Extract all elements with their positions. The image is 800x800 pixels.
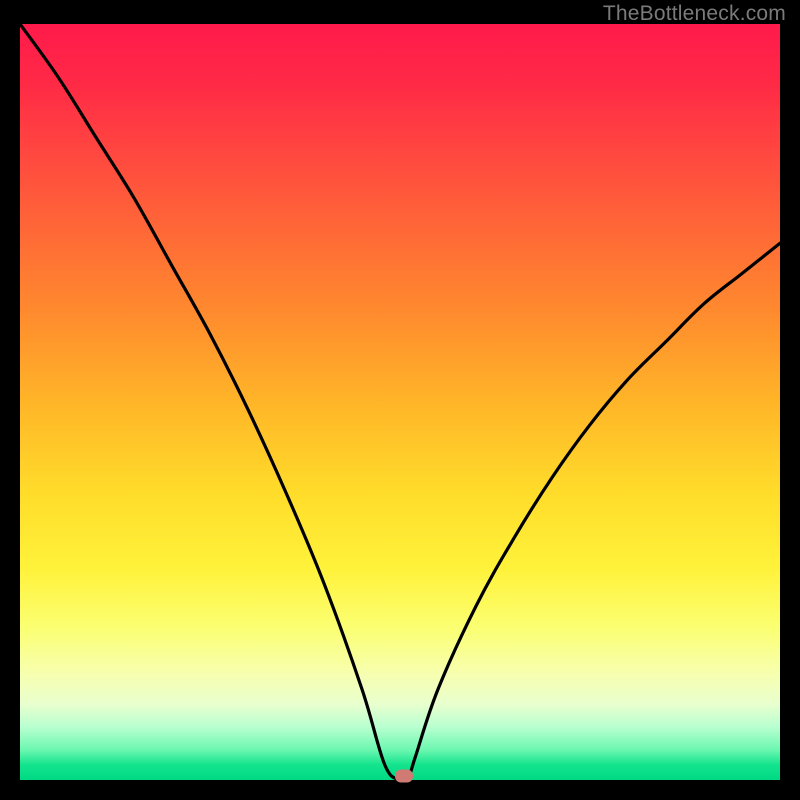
bottleneck-curve — [20, 24, 780, 780]
minimum-marker — [395, 770, 413, 783]
plot-area — [20, 24, 780, 780]
curve-svg — [20, 24, 780, 780]
chart-frame: TheBottleneck.com — [0, 0, 800, 800]
watermark-text: TheBottleneck.com — [603, 2, 786, 26]
